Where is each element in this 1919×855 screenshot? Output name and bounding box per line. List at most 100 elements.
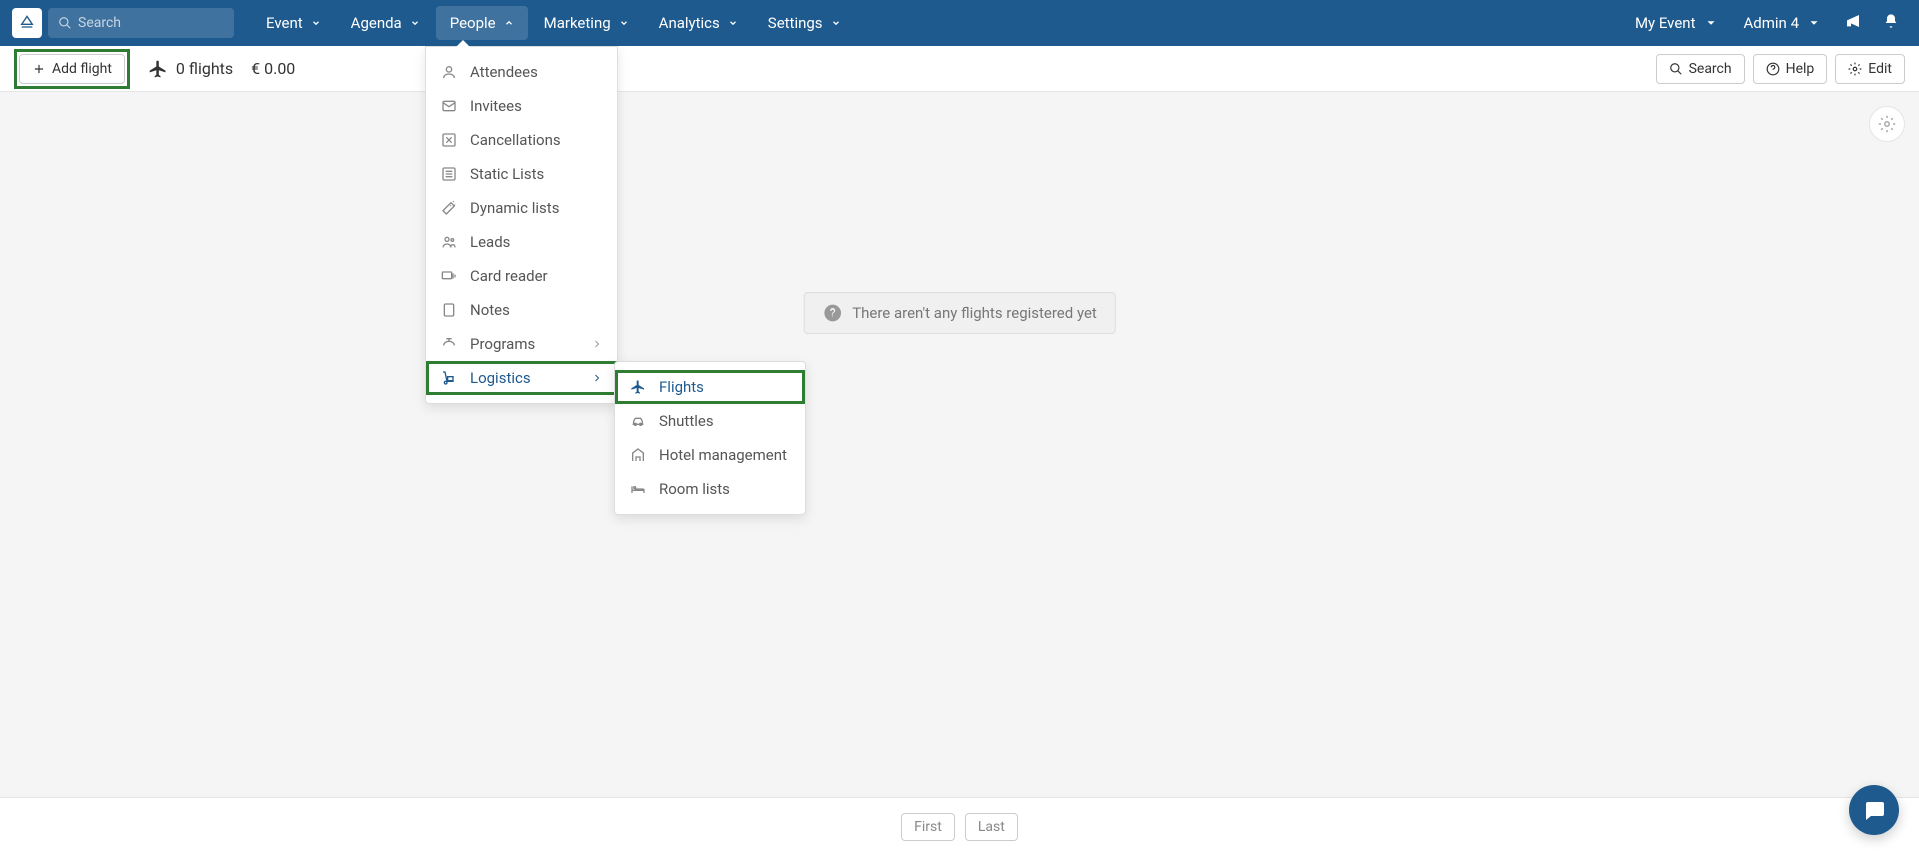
add-flight-highlight: Add flight xyxy=(14,49,130,89)
settings-floating-button[interactable] xyxy=(1869,106,1905,142)
submenu-label: Shuttles xyxy=(659,412,714,430)
dd-cancellations[interactable]: Cancellations xyxy=(426,123,617,157)
chat-widget[interactable] xyxy=(1849,785,1899,835)
search-icon xyxy=(58,16,72,30)
dd-label: Invitees xyxy=(470,97,522,115)
nav-people[interactable]: People xyxy=(436,6,528,40)
nav-analytics[interactable]: Analytics xyxy=(645,6,752,40)
empty-state: There aren't any flights registered yet xyxy=(803,292,1116,334)
dd-label: Dynamic lists xyxy=(470,199,559,217)
event-label: My Event xyxy=(1635,14,1696,32)
help-icon xyxy=(822,303,842,323)
nav-label: People xyxy=(450,14,496,32)
admin-selector[interactable]: Admin 4 xyxy=(1734,6,1831,40)
search-input[interactable] xyxy=(78,15,224,31)
help-icon xyxy=(1766,62,1780,76)
people-dropdown: Attendees Invitees Cancellations Static … xyxy=(425,46,618,404)
top-nav-right: My Event Admin 4 xyxy=(1625,5,1907,41)
search-icon xyxy=(1669,62,1683,76)
dd-label: Logistics xyxy=(470,369,531,387)
plane-icon xyxy=(148,59,168,79)
chevron-up-icon xyxy=(504,18,514,28)
submenu-shuttles[interactable]: Shuttles xyxy=(615,404,805,438)
edit-label: Edit xyxy=(1868,61,1892,77)
flights-count-label: 0 flights xyxy=(176,59,233,78)
first-page-button[interactable]: First xyxy=(901,813,955,841)
cancel-icon xyxy=(440,131,458,149)
last-page-button[interactable]: Last xyxy=(965,813,1018,841)
logistics-submenu: Flights Shuttles Hotel management Room l… xyxy=(614,361,806,515)
announcement-icon[interactable] xyxy=(1837,5,1869,41)
flights-count: 0 flights xyxy=(148,59,233,79)
app-logo[interactable] xyxy=(12,8,42,38)
add-flight-button[interactable]: Add flight xyxy=(19,54,125,84)
nav-event[interactable]: Event xyxy=(252,6,335,40)
nav-settings[interactable]: Settings xyxy=(754,6,855,40)
submenu-label: Flights xyxy=(659,378,704,396)
content-area: There aren't any flights registered yet xyxy=(0,92,1919,797)
bell-icon[interactable] xyxy=(1875,5,1907,41)
user-icon xyxy=(440,63,458,81)
hotel-icon xyxy=(629,446,647,464)
help-label: Help xyxy=(1786,61,1815,77)
dd-label: Static Lists xyxy=(470,165,544,183)
submenu-flights[interactable]: Flights xyxy=(615,370,805,404)
users-icon xyxy=(440,233,458,251)
note-icon xyxy=(440,301,458,319)
dd-invitees[interactable]: Invitees xyxy=(426,89,617,123)
dolly-icon xyxy=(440,369,458,387)
mail-icon xyxy=(440,97,458,115)
nav-label: Settings xyxy=(768,14,823,32)
search-label: Search xyxy=(1689,61,1732,77)
nav-agenda[interactable]: Agenda xyxy=(337,6,434,40)
dd-static-lists[interactable]: Static Lists xyxy=(426,157,617,191)
admin-label: Admin 4 xyxy=(1744,14,1799,32)
plus-icon xyxy=(32,62,46,76)
gear-icon xyxy=(1878,115,1896,133)
dd-card-reader[interactable]: Card reader xyxy=(426,259,617,293)
chevron-right-icon xyxy=(591,338,603,350)
submenu-label: Room lists xyxy=(659,480,730,498)
edit-button[interactable]: Edit xyxy=(1835,54,1905,84)
dd-label: Notes xyxy=(470,301,510,319)
dd-label: Card reader xyxy=(470,267,548,285)
bed-icon xyxy=(629,480,647,498)
chevron-down-icon xyxy=(1807,16,1821,30)
list-icon xyxy=(440,165,458,183)
dd-notes[interactable]: Notes xyxy=(426,293,617,327)
dd-label: Attendees xyxy=(470,63,538,81)
chat-icon xyxy=(1862,798,1886,822)
nav-label: Event xyxy=(266,14,303,32)
chevron-right-icon xyxy=(591,372,603,384)
dd-label: Programs xyxy=(470,335,535,353)
nav-label: Analytics xyxy=(659,14,720,32)
chevron-down-icon xyxy=(831,18,841,28)
toolbar-right: Search Help Edit xyxy=(1656,54,1905,84)
wand-icon xyxy=(440,199,458,217)
dd-dynamic-lists[interactable]: Dynamic lists xyxy=(426,191,617,225)
dd-logistics[interactable]: Logistics xyxy=(426,361,617,395)
empty-message-text: There aren't any flights registered yet xyxy=(852,304,1097,322)
submenu-label: Hotel management xyxy=(659,446,787,464)
car-icon xyxy=(629,412,647,430)
dd-leads[interactable]: Leads xyxy=(426,225,617,259)
nav-marketing[interactable]: Marketing xyxy=(530,6,643,40)
event-selector[interactable]: My Event xyxy=(1625,6,1728,40)
submenu-hotel[interactable]: Hotel management xyxy=(615,438,805,472)
chevron-down-icon xyxy=(311,18,321,28)
help-button[interactable]: Help xyxy=(1753,54,1828,84)
cost-display: € 0.00 xyxy=(251,59,295,78)
search-button[interactable]: Search xyxy=(1656,54,1745,84)
card-icon xyxy=(440,267,458,285)
chevron-down-icon xyxy=(619,18,629,28)
dd-programs[interactable]: Programs xyxy=(426,327,617,361)
top-navigation: Event Agenda People Marketing Analytics … xyxy=(0,0,1919,46)
submenu-room-lists[interactable]: Room lists xyxy=(615,472,805,506)
main-menu: Event Agenda People Marketing Analytics … xyxy=(252,6,855,40)
global-search[interactable] xyxy=(48,8,234,38)
speaker-icon xyxy=(440,335,458,353)
gear-icon xyxy=(1848,62,1862,76)
chevron-down-icon xyxy=(1704,16,1718,30)
plane-icon xyxy=(629,378,647,396)
dd-attendees[interactable]: Attendees xyxy=(426,55,617,89)
